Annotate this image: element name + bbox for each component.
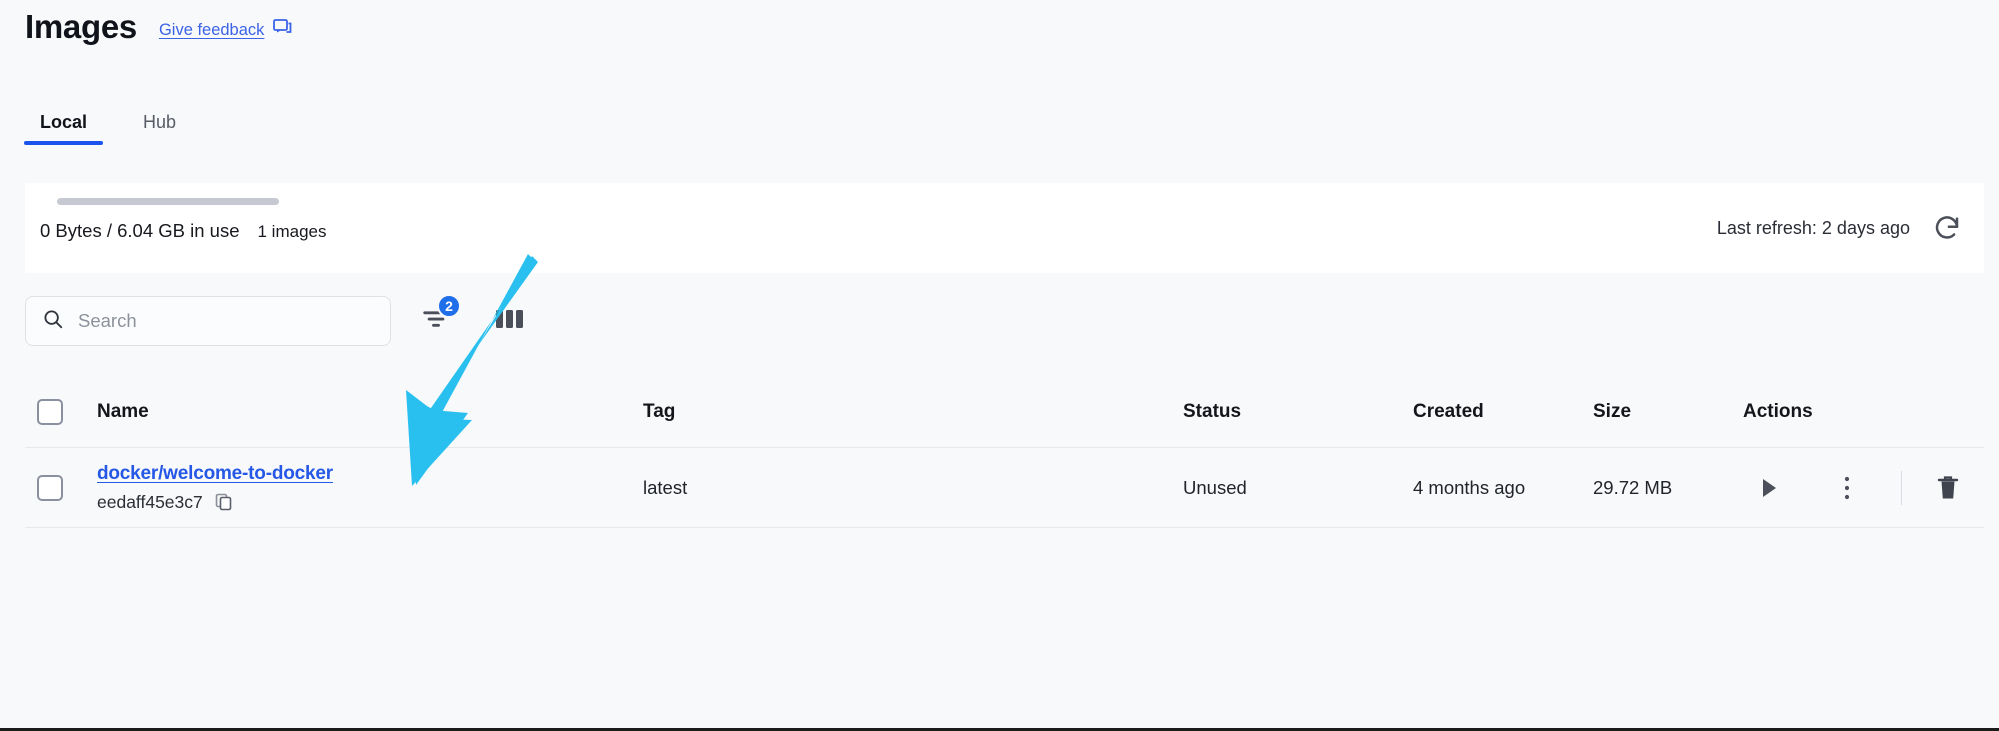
table-header-row: Name Tag Status Created Size Actions xyxy=(25,376,1984,448)
image-tag: latest xyxy=(643,476,688,498)
row-checkbox[interactable] xyxy=(37,474,63,501)
column-header-size[interactable]: Size xyxy=(1593,401,1743,423)
image-created: 4 months ago xyxy=(1413,476,1526,498)
give-feedback-label: Give feedback xyxy=(158,20,265,39)
columns-button[interactable] xyxy=(487,298,533,344)
image-name-link[interactable]: docker/welcome-to-docker xyxy=(97,463,333,485)
row-select-cell xyxy=(25,474,97,501)
page-header: Images Give feedback xyxy=(25,8,292,46)
give-feedback-link[interactable]: Give feedback xyxy=(159,19,292,41)
columns-icon xyxy=(495,306,525,337)
row-actions-cell xyxy=(1743,470,1984,505)
image-digest: eedaff45e3c7 xyxy=(97,491,203,512)
column-header-status[interactable]: Status xyxy=(1183,401,1413,423)
column-header-tag[interactable]: Tag xyxy=(643,401,1183,423)
image-status: Unused xyxy=(1183,476,1247,498)
last-refresh-label: Last refresh: 2 days ago xyxy=(1716,217,1910,238)
feedback-message-icon xyxy=(273,19,292,41)
disk-usage-bar xyxy=(57,198,279,205)
refresh-group: Last refresh: 2 days ago xyxy=(1717,213,1962,243)
filter-count-badge: 2 xyxy=(437,294,461,318)
actions-divider xyxy=(1901,470,1902,505)
more-vertical-icon[interactable] xyxy=(1821,474,1873,502)
table-row[interactable]: docker/welcome-to-docker eedaff45e3c7 la… xyxy=(25,448,1984,528)
column-header-actions: Actions xyxy=(1743,400,1813,422)
column-header-created[interactable]: Created xyxy=(1413,401,1593,423)
tab-local[interactable]: Local xyxy=(24,108,104,145)
disk-usage-left: 0 Bytes / 6.04 GB in use 1 images xyxy=(40,198,327,242)
image-count-text: 1 images xyxy=(257,222,327,241)
search-input[interactable] xyxy=(78,310,374,332)
tab-hub[interactable]: Hub xyxy=(127,108,192,145)
image-name-cell: docker/welcome-to-docker eedaff45e3c7 xyxy=(97,463,643,513)
tab-hub-label: Hub xyxy=(143,112,177,132)
select-all-cell xyxy=(25,398,97,425)
image-digest-row: eedaff45e3c7 xyxy=(97,492,333,513)
copy-icon[interactable] xyxy=(214,492,234,512)
column-header-name[interactable]: Name xyxy=(97,401,643,423)
disk-usage-text: 0 Bytes / 6.04 GB in use xyxy=(40,220,240,241)
tab-local-label: Local xyxy=(40,112,88,132)
search-box[interactable] xyxy=(25,296,391,346)
run-icon[interactable] xyxy=(1743,477,1795,499)
delete-icon[interactable] xyxy=(1926,474,1970,502)
page-title: Images xyxy=(25,8,137,45)
table-toolbar: 2 xyxy=(25,294,533,346)
view-tabs: Local Hub xyxy=(24,108,192,145)
refresh-icon[interactable] xyxy=(1932,213,1962,243)
select-all-checkbox[interactable] xyxy=(37,398,63,425)
search-icon xyxy=(42,308,64,335)
disk-usage-card: 0 Bytes / 6.04 GB in use 1 images Last r… xyxy=(25,183,1984,273)
image-size: 29.72 MB xyxy=(1593,476,1673,498)
images-table: Name Tag Status Created Size Actions doc… xyxy=(25,376,1984,528)
filter-button[interactable]: 2 xyxy=(413,294,461,344)
